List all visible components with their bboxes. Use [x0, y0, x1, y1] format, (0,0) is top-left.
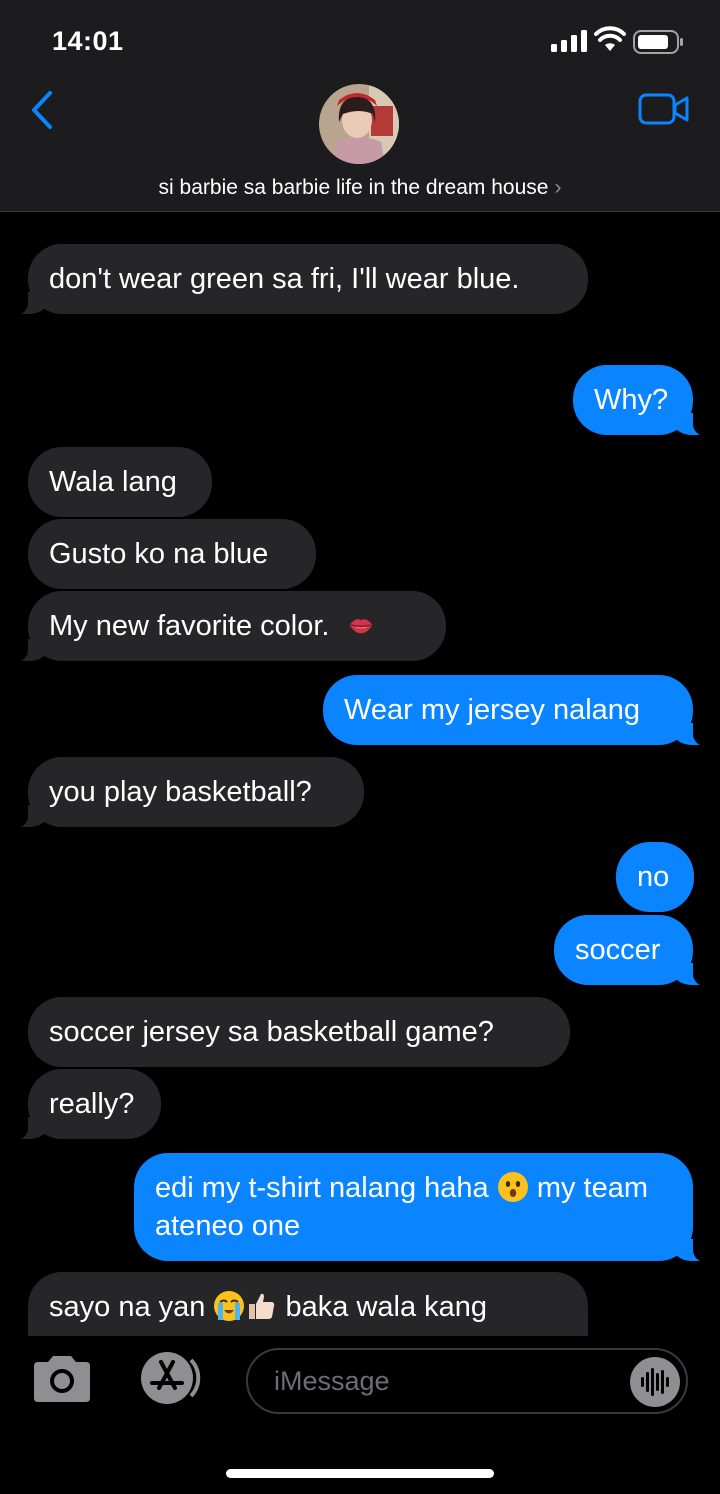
message-bubble-incoming[interactable]: Wala lang: [28, 447, 212, 517]
message-text: Wala lang: [49, 466, 177, 498]
message-input[interactable]: iMessage: [246, 1348, 688, 1414]
message-bubble-incoming[interactable]: soccer jersey sa basketball game?: [28, 997, 570, 1067]
lips-emoji: [349, 619, 372, 634]
message-text: no: [637, 861, 670, 893]
chevron-right-icon: ›: [554, 176, 562, 199]
message-bubble-outgoing[interactable]: no: [616, 842, 694, 912]
message-text: don't wear green sa fri, I'll wear blue.: [49, 263, 520, 295]
audio-message-button[interactable]: [630, 1357, 680, 1407]
message-text: edi my t-shirt nalang haha: [155, 1172, 489, 1204]
message-bubble-outgoing[interactable]: edi my t-shirt nalang haha my team atene…: [134, 1153, 715, 1262]
contact-avatar[interactable]: [319, 84, 399, 164]
status-bar: 14:01: [0, 0, 720, 80]
message-bubble-incoming[interactable]: My new favorite color.: [6, 591, 446, 662]
message-bubble-outgoing[interactable]: Why?: [573, 365, 715, 436]
contact-name-button[interactable]: si barbie sa barbie life in the dream ho…: [0, 176, 720, 200]
video-call-icon[interactable]: [638, 93, 690, 125]
hushed-face-emoji: [497, 1172, 528, 1202]
message-bubble-incoming[interactable]: don't wear green sa fri, I'll wear blue.: [6, 244, 588, 315]
message-text: baka wala kang: [285, 1291, 488, 1323]
message-text: soccer jersey sa basketball game?: [49, 1016, 494, 1048]
message-text: really?: [49, 1088, 135, 1120]
thumbs-up-emoji: [249, 1293, 275, 1319]
audio-message-icon: [641, 1368, 669, 1396]
message-bubble-incoming[interactable]: Gusto ko na blue: [28, 519, 316, 589]
status-time: 14:01: [52, 26, 124, 56]
camera-icon[interactable]: [30, 1354, 94, 1406]
message-text: sayo na yan: [49, 1291, 206, 1323]
back-chevron-icon[interactable]: [30, 90, 54, 130]
wifi-icon: [594, 26, 626, 51]
message-text: soccer: [575, 934, 661, 966]
message-text: you play basketball?: [49, 776, 312, 808]
app-store-icon[interactable]: [135, 1350, 207, 1406]
message-bubble-incoming[interactable]: sayo na yan baka wala kang: [28, 1272, 588, 1336]
message-thread[interactable]: don't wear green sa fri, I'll wear blue.…: [0, 212, 720, 1336]
message-text: Why?: [594, 384, 669, 416]
message-text: Wear my jersey nalang: [344, 694, 641, 726]
message-bubble-incoming[interactable]: really?: [6, 1069, 161, 1140]
message-bubble-incoming[interactable]: you play basketball?: [6, 757, 364, 828]
home-indicator[interactable]: [226, 1469, 494, 1478]
loudly-crying-face-emoji: [214, 1291, 245, 1321]
battery-icon: [633, 30, 683, 54]
message-input-placeholder: iMessage: [274, 1366, 390, 1396]
avatar-image: [319, 84, 399, 164]
contact-name: si barbie sa barbie life in the dream ho…: [158, 176, 549, 199]
conversation-header: si barbie sa barbie life in the dream ho…: [0, 80, 720, 212]
message-text: Gusto ko na blue: [49, 538, 269, 570]
message-text: My new favorite color.: [49, 610, 330, 642]
message-bubble-outgoing[interactable]: soccer: [554, 915, 715, 986]
message-bubble-outgoing[interactable]: Wear my jersey nalang: [323, 675, 715, 746]
signal-icon: [551, 30, 587, 52]
